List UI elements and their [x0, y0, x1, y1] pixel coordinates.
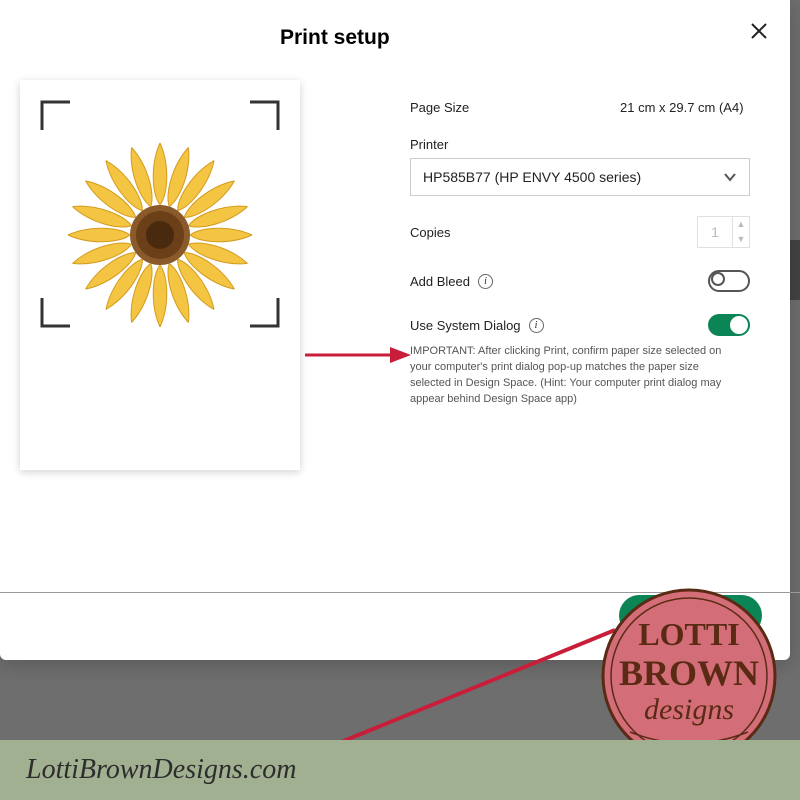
copies-decrease-button[interactable]: ▼ [733, 232, 749, 247]
logo-text-top: LOTTI [638, 616, 739, 652]
logo-text-middle: BROWN [619, 653, 759, 693]
use-system-dialog-row: Use System Dialog i [410, 314, 750, 336]
dialog-title: Print setup [280, 26, 750, 50]
add-bleed-label: Add Bleed [410, 274, 470, 289]
info-icon[interactable]: i [529, 318, 544, 333]
page-size-row: Page Size 21 cm x 29.7 cm (A4) [410, 100, 760, 115]
sunflower-preview-image [60, 135, 260, 335]
add-bleed-toggle[interactable] [708, 270, 750, 292]
add-bleed-row: Add Bleed i [410, 270, 750, 292]
footer-url: LottiBrownDesigns.com [26, 754, 296, 786]
printer-value: HP585B77 (HP ENVY 4500 series) [423, 169, 723, 185]
print-preview-column [20, 70, 300, 575]
close-button[interactable] [750, 22, 768, 44]
copies-increase-button[interactable]: ▲ [733, 217, 749, 232]
use-system-dialog-label: Use System Dialog [410, 318, 521, 333]
copies-label: Copies [410, 225, 450, 240]
use-system-dialog-note: IMPORTANT: After clicking Print, confirm… [410, 344, 740, 408]
printer-select[interactable]: HP585B77 (HP ENVY 4500 series) [410, 158, 750, 196]
close-icon [750, 22, 768, 40]
copies-input[interactable] [698, 224, 732, 240]
background-sidebar-fragment [790, 240, 800, 300]
dialog-header: Print setup [0, 0, 790, 60]
settings-column: Page Size 21 cm x 29.7 cm (A4) Printer H… [300, 70, 760, 575]
page-size-label: Page Size [410, 100, 620, 115]
printer-group: Printer HP585B77 (HP ENVY 4500 series) [410, 137, 760, 196]
lotti-brown-logo: LOTTI BROWN designs [600, 587, 778, 765]
print-preview-page [20, 80, 300, 470]
footer-bar: LottiBrownDesigns.com [0, 740, 800, 800]
printer-label: Printer [410, 137, 760, 152]
chevron-down-icon [723, 170, 737, 184]
registration-mark-top-right [246, 98, 282, 134]
copies-row: Copies ▲ ▼ [410, 216, 750, 248]
copies-stepper[interactable]: ▲ ▼ [697, 216, 750, 248]
info-icon[interactable]: i [478, 274, 493, 289]
page-size-value: 21 cm x 29.7 cm (A4) [620, 100, 744, 115]
registration-mark-top-left [38, 98, 74, 134]
print-setup-dialog: Print setup [0, 0, 790, 660]
logo-text-bottom: designs [644, 693, 734, 726]
use-system-dialog-toggle[interactable] [708, 314, 750, 336]
